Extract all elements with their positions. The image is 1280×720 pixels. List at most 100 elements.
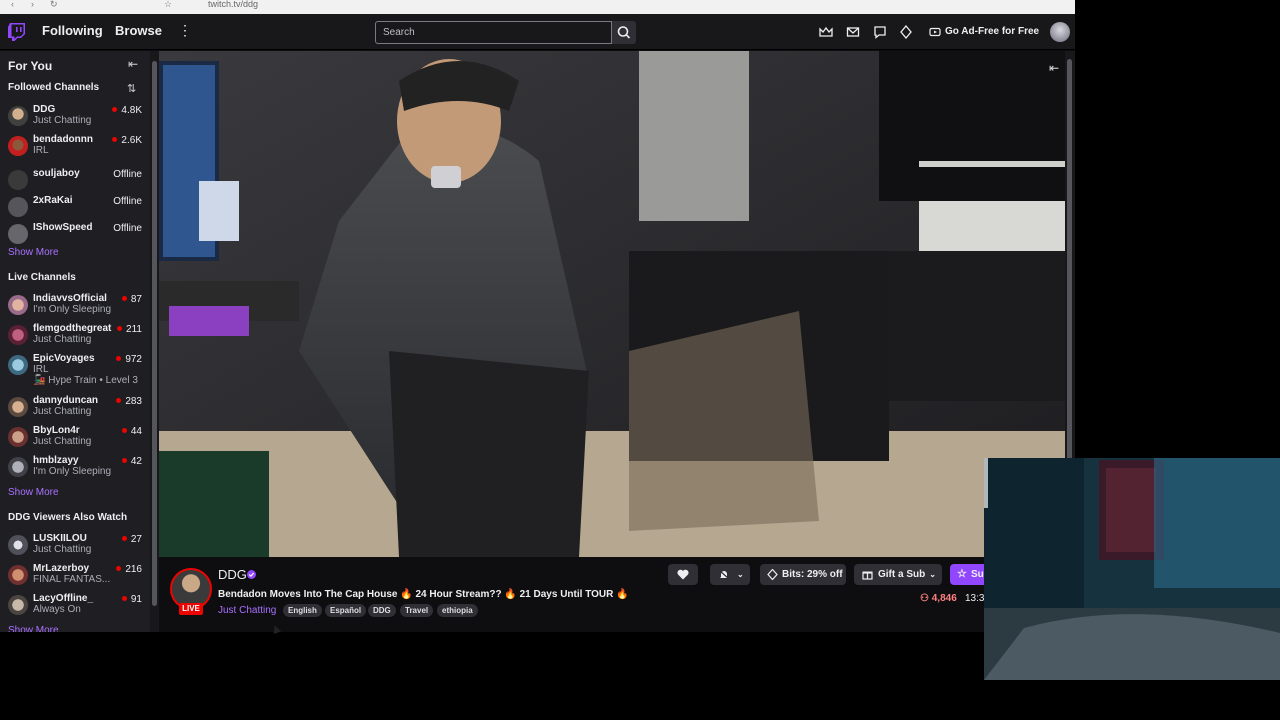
following-link[interactable]: Following	[42, 23, 103, 38]
viewer-count: 42	[122, 456, 142, 467]
person-icon: ⚇	[920, 593, 932, 604]
viewer-count: 4.8K	[112, 105, 142, 116]
sidebar-scrollbar[interactable]	[150, 51, 159, 632]
avatar	[8, 325, 28, 345]
stream-info-bar: LIVE DDG Bendadon Moves Into The Cap Hou…	[159, 557, 1065, 632]
sidebar-item-luskiilou[interactable]: LUSKIILOU Just Chatting 27	[0, 533, 150, 563]
channel-category: Just Chatting	[33, 436, 92, 447]
url-text[interactable]: twitch.tv/ddg	[208, 0, 258, 9]
star-icon: ☆	[957, 568, 967, 580]
channel-category: Just Chatting	[33, 334, 92, 345]
hype-train-status: 🚂 Hype Train • Level 3	[33, 375, 138, 386]
live-badge: LIVE	[179, 603, 203, 615]
stream-title: Bendadon Moves Into The Cap House 🔥 24 H…	[218, 589, 629, 600]
channel-name: LacyOffline_	[33, 593, 94, 604]
tag-travel[interactable]: Travel	[400, 604, 434, 617]
sidebar-item-epicvoyages[interactable]: EpicVoyages IRL 972 🚂 Hype Train • Level…	[0, 353, 150, 393]
sidebar-item-bbylon4r[interactable]: BbyLon4r Just Chatting 44	[0, 425, 150, 455]
chevron-down-icon: ⌄	[929, 570, 936, 579]
streamer-name[interactable]: DDG	[218, 567, 247, 582]
channel-category: Always On	[33, 604, 81, 615]
gift-icon	[862, 571, 873, 580]
browse-link[interactable]: Browse	[115, 23, 162, 38]
show-more-also[interactable]: Show More	[8, 625, 59, 632]
video-player[interactable]: ⇤	[159, 51, 1065, 557]
channel-category: IRL	[33, 364, 49, 375]
sidebar-item-flemgodthegreat[interactable]: flemgodthegreat Just Chatting 211	[0, 323, 150, 353]
sidebar-item-indiavvsofficial[interactable]: IndiavvsOfficial I'm Only Sleeping 87	[0, 293, 150, 323]
reload-icon[interactable]: ↻	[50, 0, 59, 9]
also-watch-header: DDG Viewers Also Watch	[8, 512, 128, 523]
inbox-icon[interactable]	[846, 25, 860, 39]
tag-espanol[interactable]: Español	[325, 604, 367, 617]
search-input[interactable]: Search	[375, 21, 612, 44]
avatar	[8, 427, 28, 447]
viewer-count: 87	[122, 294, 142, 305]
forward-icon[interactable]: ›	[31, 0, 40, 9]
live-channels-header: Live Channels	[8, 272, 76, 283]
bits-discount-button[interactable]: Bits: 29% off	[760, 564, 846, 585]
more-options-icon[interactable]: ⋮	[178, 22, 192, 39]
stream-uptime: 13:3	[965, 593, 985, 604]
channel-name: 2xRaKai	[33, 195, 73, 206]
sidebar-item-dannyduncan[interactable]: dannyduncan Just Chatting 283	[0, 395, 150, 425]
avatar	[8, 595, 28, 615]
follow-button[interactable]	[668, 564, 698, 585]
scrollbar-thumb[interactable]	[1067, 59, 1072, 499]
search-icon	[617, 26, 631, 39]
whispers-icon[interactable]	[873, 25, 887, 39]
avatar	[8, 197, 28, 217]
offline-status: Offline	[113, 196, 142, 207]
twitch-logo-icon[interactable]	[8, 23, 25, 41]
browser-address-bar: ‹ › ↻ ☆ twitch.tv/ddg	[0, 0, 1075, 14]
tag-ddg[interactable]: DDG	[368, 604, 396, 617]
tag-ethiopia[interactable]: ethiopia	[437, 604, 478, 617]
sidebar-item-ddg[interactable]: DDG Just Chatting 4.8K	[0, 104, 150, 134]
twitch-window: ‹ › ↻ ☆ twitch.tv/ddg Following Browse ⋮…	[0, 0, 1075, 632]
followed-channels-header: Followed Channels	[8, 82, 100, 93]
bookmark-icon[interactable]: ☆	[164, 0, 173, 9]
channel-name: BbyLon4r	[33, 425, 80, 436]
gift-sub-button[interactable]: Gift a Sub ⌄	[854, 564, 942, 585]
verified-badge-icon	[247, 570, 256, 579]
bell-icon	[718, 569, 730, 580]
avatar	[8, 457, 28, 477]
channel-name: bendadonnn	[33, 134, 93, 145]
sidebar-item-2xrakai[interactable]: 2xRaKai Offline	[0, 195, 150, 225]
show-more-live[interactable]: Show More	[8, 487, 59, 498]
user-avatar[interactable]	[1050, 22, 1070, 42]
sort-icon[interactable]: ⇅	[127, 82, 136, 95]
viewer-count: 27	[122, 534, 142, 545]
sidebar-item-lacyoffline[interactable]: LacyOffline_ Always On 91	[0, 593, 150, 623]
sidebar-item-souljaboy[interactable]: souljaboy Offline	[0, 168, 150, 198]
viewer-count: 972	[116, 354, 142, 365]
channel-name: EpicVoyages	[33, 353, 95, 364]
sidebar-item-bendadonnn[interactable]: bendadonnn IRL 2.6K	[0, 134, 150, 164]
viewer-count: 91	[122, 594, 142, 605]
avatar	[8, 355, 28, 375]
sidebar-item-mrlazerboy[interactable]: MrLazerboy FINAL FANTAS... 216	[0, 563, 150, 593]
tag-english[interactable]: English	[283, 604, 322, 617]
avatar	[8, 397, 28, 417]
channel-category: I'm Only Sleeping	[33, 466, 112, 477]
viewer-count-value: 4,846	[931, 593, 957, 604]
avatar	[8, 295, 28, 315]
webcam-overlay	[984, 458, 1280, 680]
expand-chat-icon[interactable]: ⇤	[1049, 61, 1059, 75]
back-icon[interactable]: ‹	[11, 0, 20, 9]
subscribe-label: Su	[971, 569, 984, 580]
sidebar-item-hmblzayy[interactable]: hmblzayy I'm Only Sleeping 42	[0, 455, 150, 485]
avatar	[8, 106, 28, 126]
hype-train-icon: 🚂	[33, 375, 49, 386]
search-button[interactable]	[612, 21, 636, 44]
notifications-button[interactable]: ⌄	[710, 564, 750, 585]
category-link[interactable]: Just Chatting	[218, 605, 276, 616]
channel-name: souljaboy	[33, 168, 80, 179]
scrollbar-thumb[interactable]	[152, 61, 157, 606]
show-more-followed[interactable]: Show More	[8, 247, 59, 258]
bits-icon[interactable]	[899, 25, 913, 39]
go-ad-free-button[interactable]: Go Ad-Free for Free	[923, 21, 1041, 43]
viewer-count: ⚇ 4,846	[920, 593, 957, 604]
collapse-sidebar-icon[interactable]: ⇤	[128, 57, 138, 71]
prime-crown-icon[interactable]	[819, 25, 833, 39]
